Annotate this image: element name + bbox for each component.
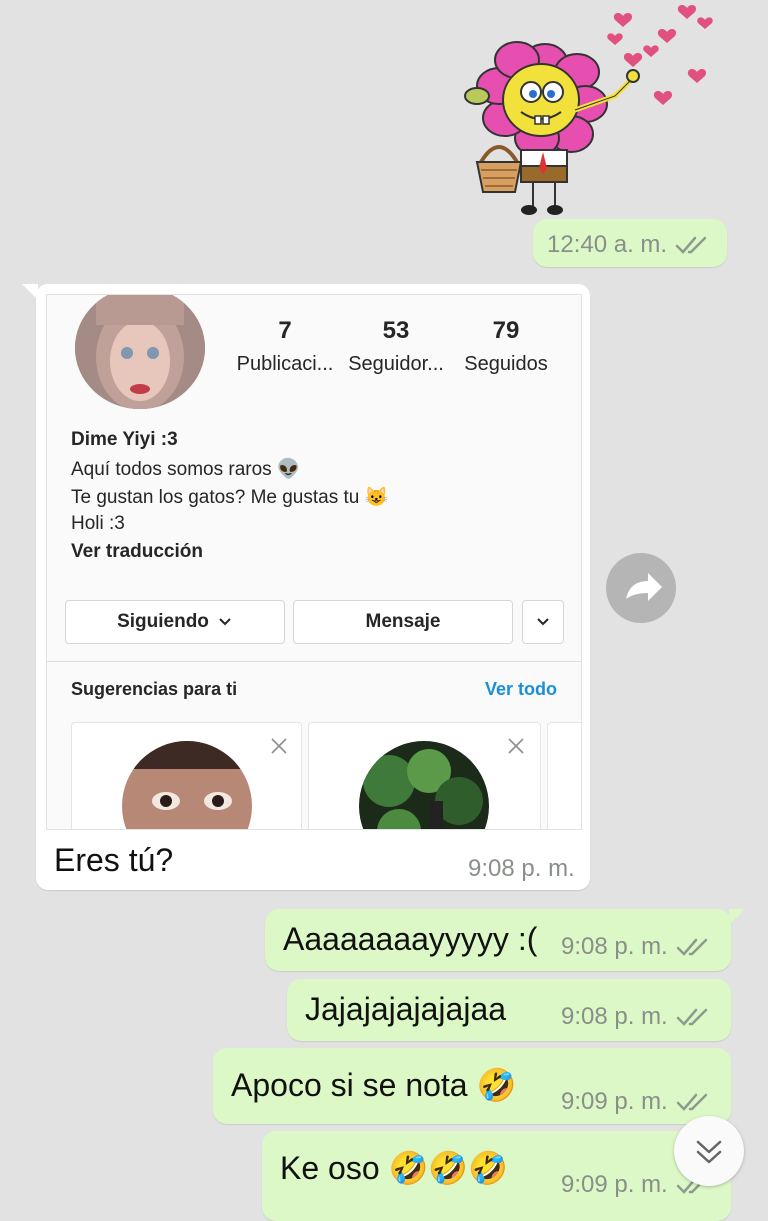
message-button[interactable]: Mensaje <box>293 600 513 644</box>
message-time: 9:08 p. m. <box>561 1003 668 1030</box>
message-time-container: 9:08 p. m. <box>561 933 710 961</box>
message-text: Aaaaaaaayyyyy :( <box>283 921 538 957</box>
stat-posts-value: 7 <box>278 317 292 344</box>
bio-line: Te gustan los gatos? Me gustas tu 😺 <box>71 487 389 508</box>
chevron-down-icon <box>219 618 231 626</box>
scroll-to-bottom-button[interactable] <box>674 1116 744 1186</box>
message-button-label: Mensaje <box>365 611 441 632</box>
profile-name: Dime Yiyi :3 <box>71 429 178 450</box>
stat-following-label[interactable]: Seguidos <box>446 353 566 376</box>
instagram-profile-screenshot[interactable]: 7 Publicaci... 53 Seguidor... 79 Seguido… <box>46 294 582 830</box>
message-time: 9:09 p. m. <box>561 1088 668 1115</box>
message-time: 12:40 a. m. <box>547 231 668 258</box>
bubble-tail <box>22 284 38 300</box>
stat-followers-label[interactable]: Seguidor... <box>336 353 456 376</box>
see-translation-link[interactable]: Ver traducción <box>71 541 203 563</box>
message-text: Apoco si se nota <box>231 1067 468 1103</box>
message-text-container: Ke oso 🤣🤣🤣 <box>280 1149 508 1187</box>
message-text: Jajajajajajajaa <box>305 991 507 1027</box>
message-time: 9:08 p. m. <box>468 855 575 883</box>
stat-following-value: 79 <box>492 317 520 344</box>
suggestions-title: Sugerencias para ti <box>71 679 238 699</box>
message-time: 9:09 p. m. <box>561 1171 668 1198</box>
message-time-container: 9:08 p. m. <box>561 1003 710 1031</box>
outgoing-message[interactable]: Jajajajajajajaa 9:08 p. m. <box>287 979 731 1041</box>
message-time: 9:08 p. m. <box>561 933 668 960</box>
message-text: Eres tú? <box>54 842 174 878</box>
following-button-label: Siguiendo <box>117 611 209 632</box>
close-icon[interactable] <box>270 737 288 755</box>
profile-avatar <box>75 295 205 409</box>
see-all-link[interactable]: Ver todo <box>485 679 557 700</box>
scroll-down-icon <box>696 1140 722 1164</box>
bubble-tail <box>729 909 745 925</box>
laughing-emoji: 🤣🤣🤣 <box>388 1150 509 1186</box>
outgoing-message[interactable]: Aaaaaaaayyyyy :( 9:08 p. m. <box>265 909 745 971</box>
suggestion-avatar <box>122 741 252 829</box>
suggestion-card[interactable] <box>308 722 541 829</box>
laughing-emoji: 🤣 <box>476 1067 517 1103</box>
following-button[interactable]: Siguiendo <box>65 600 285 644</box>
message-text: Ke oso <box>280 1150 380 1186</box>
bio-line: Aquí todos somos raros 👽 <box>71 459 301 480</box>
suggestion-card-partial[interactable] <box>547 722 581 829</box>
double-check-icon <box>676 938 707 956</box>
message-time-container: 12:40 a. m. <box>547 231 709 259</box>
divider <box>47 661 581 662</box>
stat-posts-label[interactable]: Publicaci... <box>225 353 345 376</box>
sticker-time-bubble[interactable]: 12:40 a. m. <box>533 219 727 267</box>
chevron-down-icon <box>537 618 549 626</box>
close-icon[interactable] <box>507 737 525 755</box>
double-check-icon <box>675 236 707 254</box>
double-check-icon <box>676 1093 707 1111</box>
double-check-icon <box>676 1008 707 1026</box>
forward-button[interactable] <box>606 553 676 623</box>
message-time-label: 9:08 p. m. <box>468 855 575 882</box>
suggestion-card[interactable] <box>71 722 302 829</box>
outgoing-message[interactable]: Apoco si se nota 🤣 9:09 p. m. <box>213 1048 731 1124</box>
spongebob-flower-sticker[interactable] <box>455 0 735 220</box>
suggestion-avatar <box>359 741 489 829</box>
forward-icon <box>626 573 662 601</box>
more-options-button[interactable] <box>522 600 564 644</box>
stat-followers-value: 53 <box>382 317 410 344</box>
bio-line: Holi :3 <box>71 513 125 534</box>
outgoing-message[interactable]: Ke oso 🤣🤣🤣 9:09 p. m. <box>262 1131 731 1221</box>
message-text-container: Apoco si se nota 🤣 <box>231 1066 516 1104</box>
message-time-container: 9:09 p. m. <box>561 1088 710 1116</box>
